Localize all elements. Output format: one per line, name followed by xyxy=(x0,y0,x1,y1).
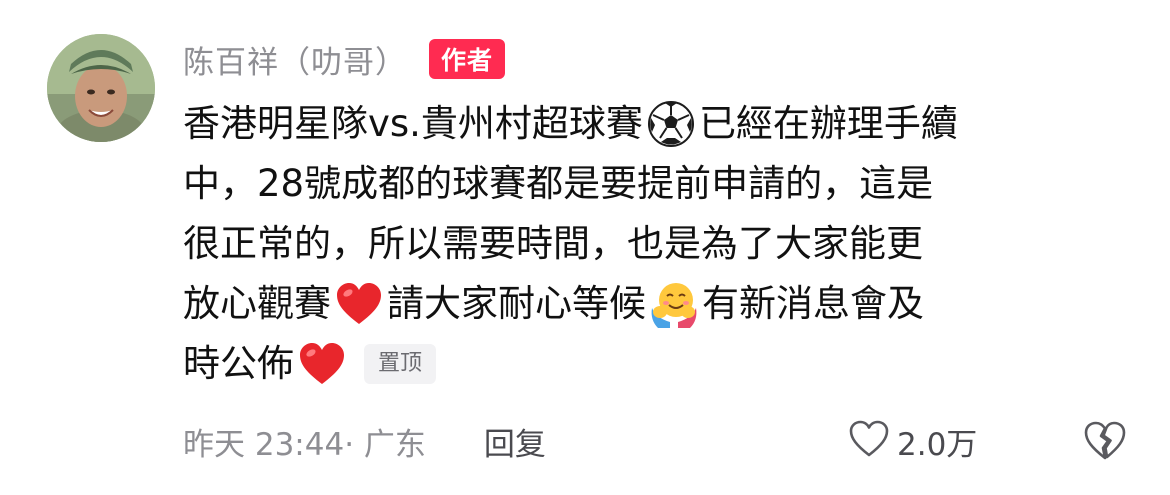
timestamp-location: 昨天 23:44· 广东 xyxy=(183,426,426,463)
comment-text-segment: 香港明星隊vs.貴州村超球賽 xyxy=(183,102,643,145)
red-heart-emoji xyxy=(296,338,348,390)
avatar[interactable] xyxy=(47,34,155,142)
comment-text: 香港明星隊vs.貴州村超球賽 已經在辦理手續 中，28號成都的球賽都是要提前申請… xyxy=(183,94,1143,394)
comment-text-segment: 已經在辦理手續 xyxy=(698,102,958,145)
comment-line: 時公佈 置顶 xyxy=(183,334,1143,394)
comment-text-segment: 請大家耐心等候 xyxy=(387,282,646,325)
reply-button[interactable]: 回复 xyxy=(484,419,546,464)
like-button[interactable]: 2.0万 xyxy=(847,415,977,467)
comment-text-segment: 很正常的，所以需要時間，也是為了大家能更 xyxy=(183,222,923,265)
comment-text-segment: 放心觀賽 xyxy=(183,282,331,325)
username[interactable]: 陈百祥（叻哥） xyxy=(183,37,407,82)
red-heart-emoji xyxy=(333,278,385,330)
comment-line: 中，28號成都的球賽都是要提前申請的，這是 xyxy=(183,154,1143,214)
hugging-face-emoji xyxy=(648,278,700,330)
comment-line: 香港明星隊vs.貴州村超球賽 已經在辦理手續 xyxy=(183,94,1143,154)
author-badge: 作者 xyxy=(429,39,506,79)
comment-footer: 昨天 23:44· 广东 回复 2.0万 xyxy=(183,415,1133,467)
like-count: 2.0万 xyxy=(897,426,978,463)
soccer-ball-emoji xyxy=(645,98,697,150)
comment-line: 很正常的，所以需要時間，也是為了大家能更 xyxy=(183,214,1143,274)
comment-text-segment: 時公佈 xyxy=(183,342,294,385)
comment-header: 陈百祥（叻哥） 作者 xyxy=(183,36,506,82)
comment-text-segment: 有新消息會及 xyxy=(702,282,924,325)
broken-heart-icon xyxy=(1081,421,1129,469)
pinned-badge: 置顶 xyxy=(364,344,437,384)
comment-text-segment: 中，28號成都的球賽都是要提前申請的，這是 xyxy=(183,162,934,205)
dislike-button[interactable] xyxy=(1081,417,1129,465)
comment-line: 放心觀賽 請大家耐心等候 有新消息會及 xyxy=(183,274,1143,334)
heart-outline-icon xyxy=(847,417,891,465)
